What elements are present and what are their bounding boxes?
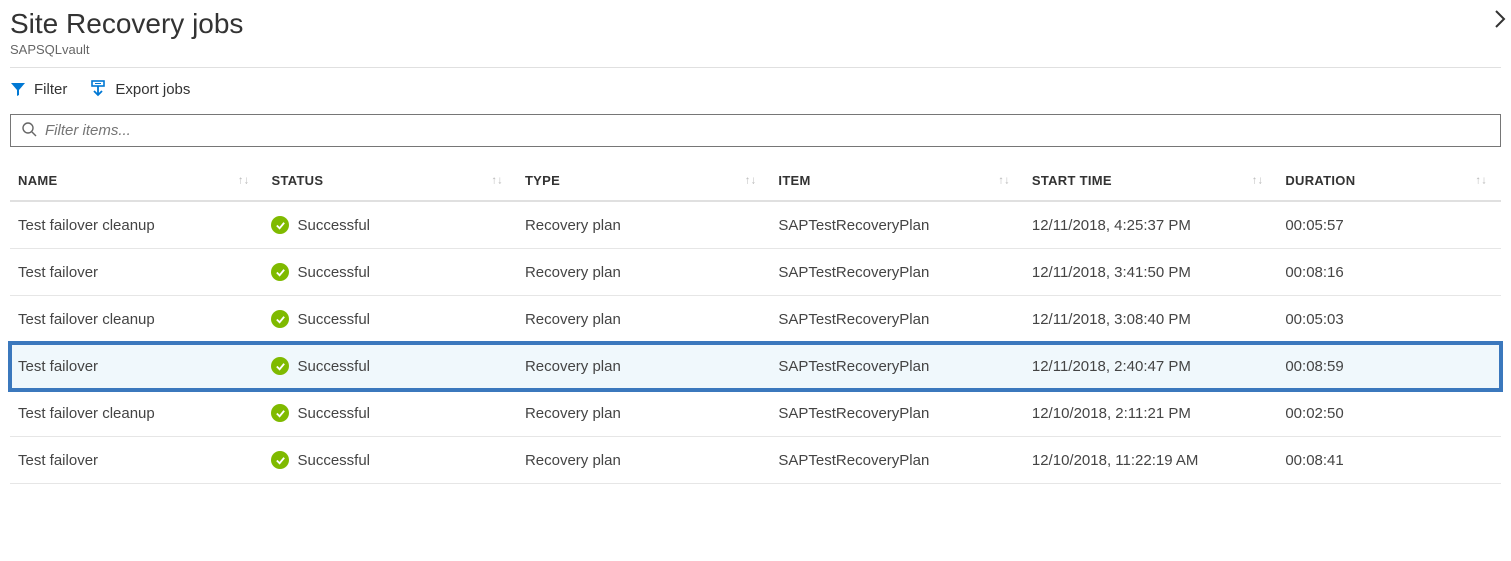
column-header-item[interactable]: ITEM ↑↓ bbox=[770, 161, 1023, 201]
filter-items-input[interactable] bbox=[37, 121, 1490, 140]
cell-item: SAPTestRecoveryPlan bbox=[770, 296, 1023, 343]
table-row[interactable]: Test failover Successful Recovery planSAPT… bbox=[10, 249, 1501, 296]
cell-start-time: 12/11/2018, 4:25:37 PM bbox=[1024, 201, 1277, 249]
cell-name: Test failover cleanup bbox=[10, 201, 263, 249]
page-title: Site Recovery jobs bbox=[10, 8, 1501, 40]
cell-name: Test failover bbox=[10, 249, 263, 296]
cell-name: Test failover bbox=[10, 343, 263, 390]
status-text: Successful bbox=[297, 311, 370, 328]
cell-duration: 00:05:57 bbox=[1277, 201, 1501, 249]
cell-item: SAPTestRecoveryPlan bbox=[770, 201, 1023, 249]
success-check-icon bbox=[271, 263, 289, 281]
table-row[interactable]: Test failover cleanup Successful Recovery … bbox=[10, 296, 1501, 343]
cell-status: Successful bbox=[263, 437, 516, 484]
cell-duration: 00:08:41 bbox=[1277, 437, 1501, 484]
page-subtitle: SAPSQLvault bbox=[10, 42, 1501, 57]
cell-start-time: 12/10/2018, 2:11:21 PM bbox=[1024, 390, 1277, 437]
jobs-table: NAME ↑↓ STATUS ↑↓ TYPE ↑↓ ITEM ↑↓ START … bbox=[10, 161, 1501, 484]
cell-duration: 00:02:50 bbox=[1277, 390, 1501, 437]
sort-icon: ↑↓ bbox=[238, 175, 250, 186]
column-header-duration[interactable]: DURATION ↑↓ bbox=[1277, 161, 1501, 201]
cell-status: Successful bbox=[263, 343, 516, 390]
table-row[interactable]: Test failover cleanup Successful Recovery … bbox=[10, 201, 1501, 249]
filter-button[interactable]: Filter bbox=[10, 81, 67, 98]
cell-start-time: 12/11/2018, 2:40:47 PM bbox=[1024, 343, 1277, 390]
cell-duration: 00:08:16 bbox=[1277, 249, 1501, 296]
status-text: Successful bbox=[297, 405, 370, 422]
cell-status: Successful bbox=[263, 201, 516, 249]
cell-name: Test failover bbox=[10, 437, 263, 484]
sort-icon: ↑↓ bbox=[998, 175, 1010, 186]
cell-type: Recovery plan bbox=[517, 437, 770, 484]
cell-type: Recovery plan bbox=[517, 201, 770, 249]
column-header-status[interactable]: STATUS ↑↓ bbox=[263, 161, 516, 201]
table-row[interactable]: Test failover cleanup Successful Recovery … bbox=[10, 390, 1501, 437]
expand-chevron-icon[interactable] bbox=[1493, 8, 1507, 33]
column-header-type[interactable]: TYPE ↑↓ bbox=[517, 161, 770, 201]
success-check-icon bbox=[271, 404, 289, 422]
status-text: Successful bbox=[297, 264, 370, 281]
table-row[interactable]: Test failover Successful Recovery planSAPT… bbox=[10, 343, 1501, 390]
sort-icon: ↑↓ bbox=[745, 175, 757, 186]
sort-icon: ↑↓ bbox=[1252, 175, 1264, 186]
sort-icon: ↑↓ bbox=[1475, 175, 1487, 186]
column-header-start-time[interactable]: START TIME ↑↓ bbox=[1024, 161, 1277, 201]
cell-type: Recovery plan bbox=[517, 296, 770, 343]
success-check-icon bbox=[271, 310, 289, 328]
cell-name: Test failover cleanup bbox=[10, 296, 263, 343]
cell-start-time: 12/10/2018, 11:22:19 AM bbox=[1024, 437, 1277, 484]
cell-item: SAPTestRecoveryPlan bbox=[770, 343, 1023, 390]
cell-name: Test failover cleanup bbox=[10, 390, 263, 437]
cell-type: Recovery plan bbox=[517, 390, 770, 437]
cell-duration: 00:08:59 bbox=[1277, 343, 1501, 390]
export-jobs-button-label: Export jobs bbox=[115, 81, 190, 98]
success-check-icon bbox=[271, 216, 289, 234]
cell-item: SAPTestRecoveryPlan bbox=[770, 437, 1023, 484]
cell-start-time: 12/11/2018, 3:41:50 PM bbox=[1024, 249, 1277, 296]
search-icon bbox=[21, 121, 37, 140]
success-check-icon bbox=[271, 357, 289, 375]
cell-start-time: 12/11/2018, 3:08:40 PM bbox=[1024, 296, 1277, 343]
table-row[interactable]: Test failover Successful Recovery planSAPT… bbox=[10, 437, 1501, 484]
cell-duration: 00:05:03 bbox=[1277, 296, 1501, 343]
filter-icon bbox=[10, 81, 26, 97]
status-text: Successful bbox=[297, 452, 370, 469]
success-check-icon bbox=[271, 451, 289, 469]
sort-icon: ↑↓ bbox=[491, 175, 503, 186]
toolbar: Filter Export jobs bbox=[10, 67, 1501, 114]
export-icon bbox=[89, 80, 107, 98]
cell-item: SAPTestRecoveryPlan bbox=[770, 249, 1023, 296]
cell-type: Recovery plan bbox=[517, 343, 770, 390]
status-text: Successful bbox=[297, 358, 370, 375]
export-jobs-button[interactable]: Export jobs bbox=[89, 80, 190, 98]
status-text: Successful bbox=[297, 217, 370, 234]
filter-button-label: Filter bbox=[34, 81, 67, 98]
cell-status: Successful bbox=[263, 390, 516, 437]
cell-status: Successful bbox=[263, 296, 516, 343]
filter-items-box[interactable] bbox=[10, 114, 1501, 147]
cell-status: Successful bbox=[263, 249, 516, 296]
cell-type: Recovery plan bbox=[517, 249, 770, 296]
cell-item: SAPTestRecoveryPlan bbox=[770, 390, 1023, 437]
column-header-name[interactable]: NAME ↑↓ bbox=[10, 161, 263, 201]
